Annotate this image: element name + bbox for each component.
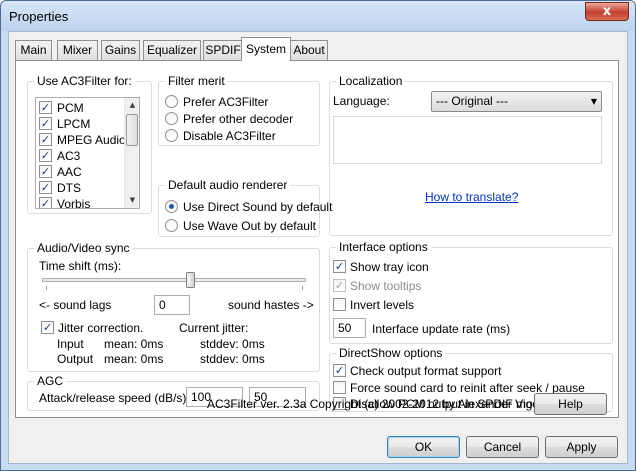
time-shift-label: Time shift (ms): — [39, 259, 122, 273]
direct-sound-label: Use Direct Sound by default — [183, 200, 333, 214]
prefer-other-decoder-radio[interactable] — [165, 112, 178, 125]
update-rate-input[interactable]: 50 — [333, 318, 366, 338]
group-title: Interface options — [336, 240, 431, 254]
ac3-label: AC3 — [57, 149, 81, 163]
group-title: Use AC3Filter for: — [34, 74, 135, 88]
scroll-down-icon[interactable]: ▼ — [125, 193, 139, 208]
show-tooltips-checkbox[interactable]: ✓ — [333, 279, 346, 292]
chevron-down-icon: ▼ — [590, 97, 597, 106]
tab-mixer[interactable]: Mixer — [57, 40, 98, 60]
interface-options-group: Interface options ✓ Show tray icon ✓ Sho… — [329, 240, 613, 344]
update-rate-label: Interface update rate (ms) — [372, 322, 511, 336]
wave-out-label: Use Wave Out by default — [183, 219, 316, 233]
attack-release-speed-label: Attack/release speed (dB/s): — [39, 391, 190, 405]
pcm-checkbox[interactable]: ✓ — [39, 101, 52, 114]
use-ac3filter-for-group: Use AC3Filter for: ✓ PCM ✓ LPCM ✓ MPEG A… — [27, 74, 152, 214]
dts-checkbox[interactable]: ✓ — [39, 181, 52, 194]
group-title: AGC — [34, 374, 67, 388]
language-value: --- Original --- — [436, 94, 508, 108]
language-label: Language: — [333, 94, 390, 108]
time-shift-input[interactable]: 0 — [154, 295, 190, 315]
apply-button[interactable]: Apply — [545, 436, 618, 458]
disable-ac3filter-radio[interactable] — [165, 129, 178, 142]
system-tab-panel: Use AC3Filter for: ✓ PCM ✓ LPCM ✓ MPEG A… — [15, 60, 619, 418]
close-button[interactable]: x — [585, 2, 629, 21]
time-shift-slider-track[interactable] — [42, 278, 306, 282]
input-stddev-value: stddev: 0ms — [200, 337, 265, 351]
help-button[interactable]: Help — [534, 393, 607, 415]
current-jitter-label: Current jitter: — [179, 321, 249, 335]
aac-checkbox[interactable]: ✓ — [39, 165, 52, 178]
lpcm-label: LPCM — [57, 117, 91, 131]
vorbis-label: Vorbis — [57, 197, 91, 209]
input-label: Input — [57, 337, 84, 351]
vorbis-checkbox[interactable]: ✓ — [39, 197, 52, 208]
mpeg-audio-label: MPEG Audio — [57, 133, 126, 147]
how-to-translate-link[interactable]: How to translate? — [425, 190, 518, 204]
cancel-button[interactable]: Cancel — [466, 436, 539, 458]
group-title: DirectShow options — [336, 346, 446, 360]
input-mean-value: mean: 0ms — [104, 337, 164, 351]
show-tray-icon-label: Show tray icon — [350, 260, 429, 274]
copyright-text: AC3Filter ver. 2.3a Copyright (c) 2002-2… — [207, 397, 563, 411]
prefer-ac3filter-label: Prefer AC3Filter — [183, 95, 269, 109]
ac3-checkbox[interactable]: ✓ — [39, 149, 52, 162]
prefer-other-decoder-label: Prefer other decoder — [183, 112, 294, 126]
tab-spdif[interactable]: SPDIF — [203, 40, 243, 60]
check-output-format-checkbox[interactable]: ✓ — [333, 364, 346, 377]
title-bar[interactable]: Properties x — [1, 1, 635, 31]
group-title: Audio/Video sync — [34, 241, 133, 255]
tab-system[interactable]: System — [241, 37, 291, 61]
listbox-scrollbar[interactable]: ▲ ▼ — [124, 98, 139, 208]
tab-gains[interactable]: Gains — [101, 40, 140, 60]
pcm-label: PCM — [57, 101, 84, 115]
wave-out-radio[interactable] — [165, 219, 178, 232]
invert-levels-label: Invert levels — [350, 298, 415, 312]
output-stddev-value: stddev: 0ms — [200, 352, 265, 366]
format-listbox[interactable]: ✓ PCM ✓ LPCM ✓ MPEG Audio ✓ AC3 ✓ AAC ✓ … — [35, 97, 140, 209]
group-title: Localization — [336, 74, 406, 88]
ok-button[interactable]: OK — [387, 436, 460, 458]
force-reinit-checkbox[interactable] — [333, 381, 346, 394]
localization-group: Localization Language: --- Original --- … — [329, 74, 613, 236]
time-shift-slider-thumb[interactable] — [185, 272, 195, 288]
output-label: Output — [57, 352, 94, 366]
output-mean-value: mean: 0ms — [104, 352, 164, 366]
direct-sound-radio[interactable] — [165, 200, 178, 213]
slider-tick-end — [302, 286, 303, 290]
dialog-client: Main Mixer Gains Equalizer SPDIF System … — [8, 31, 628, 464]
group-title: Default audio renderer — [165, 178, 291, 192]
sound-hastes-label: sound hastes -> — [228, 298, 314, 312]
audio-video-sync-group: Audio/Video sync Time shift (ms): <- sou… — [27, 241, 320, 372]
properties-window: Properties x Main Mixer Gains Equalizer … — [0, 0, 636, 471]
mpeg-audio-checkbox[interactable]: ✓ — [39, 133, 52, 146]
jitter-correction-checkbox[interactable]: ✓ — [41, 321, 54, 334]
translation-info-box — [333, 116, 602, 164]
group-title: Filter merit — [165, 74, 228, 88]
default-audio-renderer-group: Default audio renderer Use Direct Sound … — [158, 178, 332, 237]
check-output-format-label: Check output format support — [350, 364, 502, 378]
jitter-correction-label: Jitter correction. — [58, 321, 144, 335]
scroll-up-icon[interactable]: ▲ — [125, 98, 139, 113]
dts-label: DTS — [57, 181, 81, 195]
language-dropdown[interactable]: --- Original --- ▼ — [431, 91, 602, 112]
tab-main[interactable]: Main — [15, 40, 52, 60]
lpcm-checkbox[interactable]: ✓ — [39, 117, 52, 130]
disable-ac3filter-label: Disable AC3Filter — [183, 129, 276, 143]
scroll-thumb[interactable] — [126, 114, 138, 146]
tab-equalizer[interactable]: Equalizer — [143, 40, 201, 60]
prefer-ac3filter-radio[interactable] — [165, 95, 178, 108]
show-tooltips-label: Show tooltips — [350, 279, 422, 293]
invert-levels-checkbox[interactable] — [333, 298, 346, 311]
window-title: Properties — [9, 9, 69, 24]
slider-tick-start — [46, 286, 47, 290]
aac-label: AAC — [57, 165, 82, 179]
show-tray-icon-checkbox[interactable]: ✓ — [333, 260, 346, 273]
filter-merit-group: Filter merit Prefer AC3Filter Prefer oth… — [158, 74, 320, 146]
sound-lags-label: <- sound lags — [39, 298, 112, 312]
tab-about[interactable]: About — [290, 40, 328, 60]
